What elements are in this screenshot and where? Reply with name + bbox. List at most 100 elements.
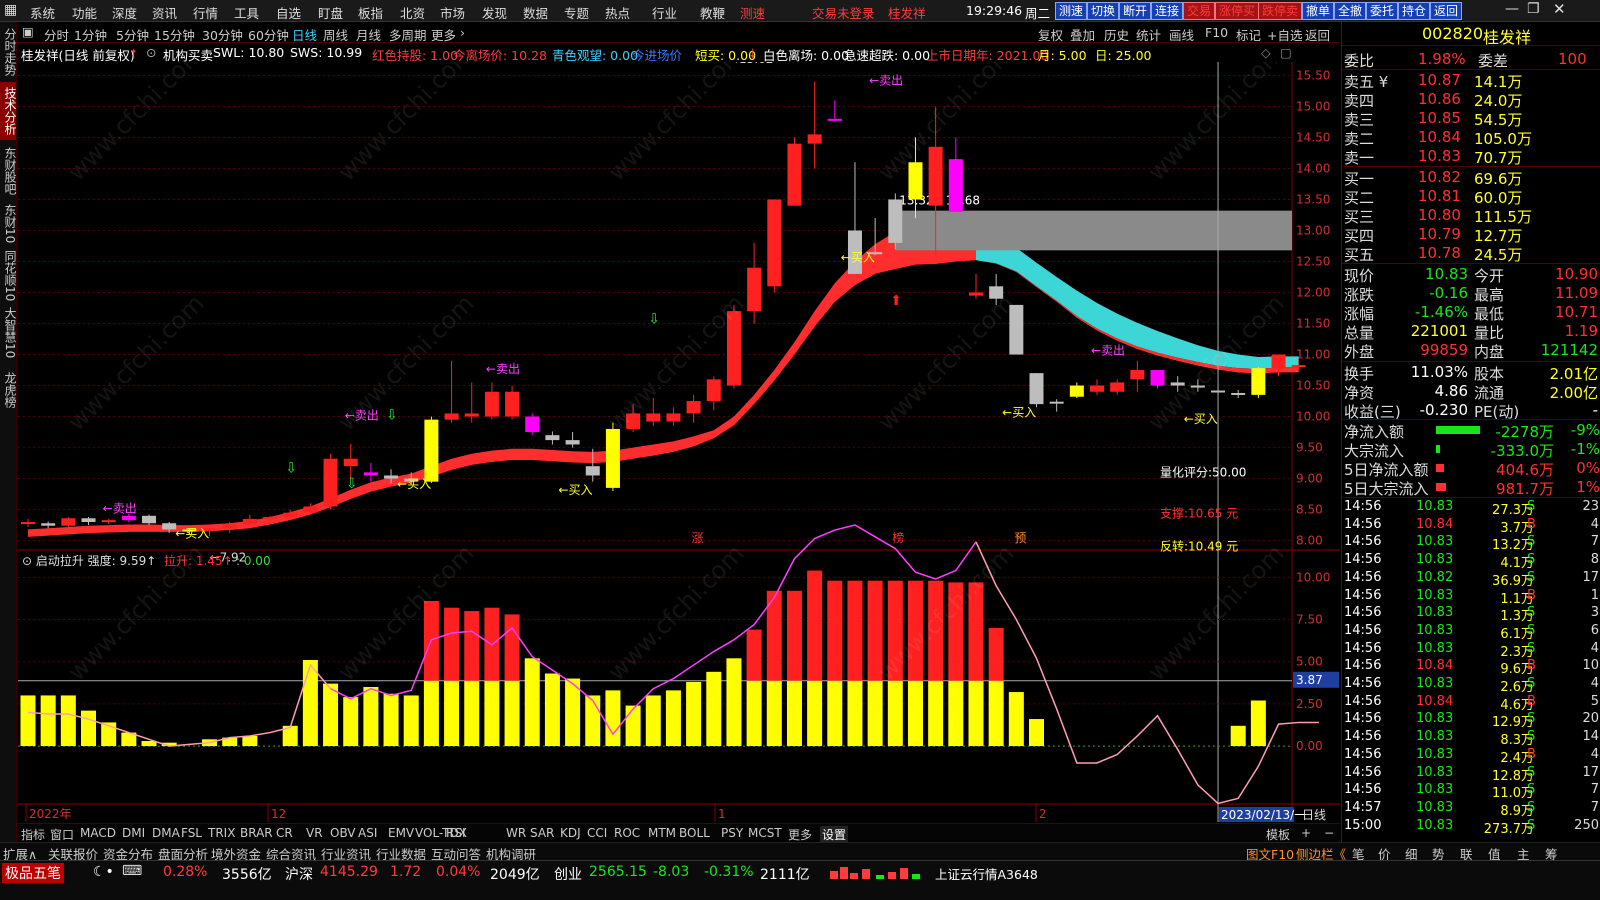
candle[interactable] xyxy=(525,413,540,436)
indicator-tab[interactable]: VR xyxy=(306,826,323,840)
chart-tool-button[interactable]: 复权 xyxy=(1038,25,1063,44)
candle[interactable] xyxy=(565,432,580,448)
quick-trade-button[interactable]: 返回 xyxy=(1430,2,1463,20)
menu-item[interactable]: 数据 xyxy=(523,3,548,22)
menu-item[interactable]: 深度 xyxy=(112,3,137,22)
vertical-tab[interactable]: 龙虎榜 xyxy=(0,364,17,416)
indicator-tab[interactable]: ROC xyxy=(614,826,640,840)
period-tab[interactable]: 1分钟 xyxy=(74,25,107,44)
chart-tool-button[interactable]: 叠加 xyxy=(1070,25,1095,44)
indicator-tab[interactable]: OBV xyxy=(330,826,356,840)
indicator-tab[interactable]: DMA xyxy=(152,826,180,840)
quick-trade-button[interactable]: 全撤 xyxy=(1334,2,1367,20)
quick-trade-button[interactable]: 断开 xyxy=(1119,2,1152,20)
candle[interactable] xyxy=(484,382,499,420)
brand-badge[interactable]: 极品五笔 xyxy=(2,863,64,883)
keyboard-icon[interactable]: ⌨ xyxy=(122,863,142,879)
candle[interactable] xyxy=(888,193,903,250)
menu-item[interactable]: 系统 xyxy=(30,3,55,22)
candle[interactable] xyxy=(1130,360,1145,392)
indicator-tab[interactable]: FSL xyxy=(181,826,202,840)
vertical-tab[interactable]: 分时走势 xyxy=(0,26,17,78)
candle[interactable] xyxy=(686,394,701,423)
app-grid-icon[interactable]: ▦ xyxy=(4,2,17,18)
vertical-tab[interactable]: 技术分析 xyxy=(0,82,17,140)
template-control[interactable]: 模板 xyxy=(1266,826,1290,843)
menu-item[interactable]: 北资 xyxy=(400,3,425,22)
chart-tool-button[interactable]: F10 xyxy=(1205,25,1228,40)
menu-item[interactable]: 行情 xyxy=(193,3,218,22)
indicator-tab[interactable]: MACD xyxy=(80,826,116,840)
quick-trade-button[interactable]: 切换 xyxy=(1087,2,1120,20)
candle[interactable] xyxy=(1110,379,1125,395)
speedtest-label[interactable]: 测速 xyxy=(740,3,765,22)
chart-tool-button[interactable]: 统计 xyxy=(1136,25,1161,44)
candle[interactable] xyxy=(424,416,439,483)
chart-tool-button[interactable]: 返回 xyxy=(1305,25,1330,44)
minimize-icon[interactable]: — xyxy=(1505,1,1519,17)
candle[interactable] xyxy=(464,382,479,423)
candle[interactable] xyxy=(444,360,459,423)
candle[interactable] xyxy=(61,517,76,527)
candle[interactable] xyxy=(41,521,56,529)
quick-trade-button[interactable]: 涨停买 xyxy=(1215,2,1260,20)
indicator-tab[interactable]: CCI xyxy=(587,826,607,840)
candle[interactable] xyxy=(1231,389,1246,398)
candle[interactable] xyxy=(706,376,721,411)
diamond-icon[interactable]: ◇ xyxy=(1261,45,1271,60)
menu-item[interactable]: 行业 xyxy=(652,3,677,22)
candle[interactable] xyxy=(1251,366,1266,398)
menu-item[interactable]: 发现 xyxy=(482,3,507,22)
login-status[interactable]: 交易未登录 xyxy=(812,3,875,22)
candle[interactable] xyxy=(1069,382,1084,398)
indicator-tab[interactable]: 指标 xyxy=(21,826,45,843)
candle[interactable] xyxy=(827,100,842,121)
quick-trade-button[interactable]: 跌停卖 xyxy=(1258,2,1303,20)
candle[interactable] xyxy=(323,453,338,510)
period-tab[interactable]: 月线 xyxy=(356,25,381,44)
candle[interactable] xyxy=(948,137,963,212)
indicator-tab[interactable]: CR xyxy=(276,826,293,840)
indicator-tab[interactable]: 窗口 xyxy=(50,826,74,843)
sh-index-label[interactable]: 沪深 xyxy=(285,864,313,884)
period-tab[interactable]: 更多 xyxy=(431,25,456,44)
candle[interactable] xyxy=(1090,379,1105,395)
close-icon[interactable]: ✕ xyxy=(1553,0,1566,18)
period-tab[interactable]: 周线 xyxy=(323,25,348,44)
candle[interactable] xyxy=(505,385,520,420)
period-tab[interactable]: 60分钟 xyxy=(248,25,289,44)
indicator-tab[interactable]: TRIX xyxy=(208,826,235,840)
indicator-tab[interactable]: BOLL xyxy=(679,826,710,840)
indicator-tab[interactable]: BRAR xyxy=(240,826,273,840)
period-tab[interactable]: 日线 xyxy=(292,25,317,44)
candle[interactable] xyxy=(767,199,782,293)
candle[interactable] xyxy=(363,463,378,482)
quick-trade-button[interactable]: 委托 xyxy=(1366,2,1399,20)
menu-item[interactable]: 自选 xyxy=(276,3,301,22)
quick-trade-button[interactable]: 连接 xyxy=(1151,2,1184,20)
moon-icon[interactable]: ☾• xyxy=(93,864,114,880)
candle[interactable] xyxy=(1029,373,1044,408)
period-tab[interactable]: 多周期 xyxy=(389,25,427,44)
chart-tool-button[interactable]: 画线 xyxy=(1169,25,1194,44)
menu-item[interactable]: 热点 xyxy=(605,3,630,22)
candle[interactable] xyxy=(545,431,560,445)
chart-tool-button[interactable]: +自选 xyxy=(1267,25,1302,44)
chevron-right-icon[interactable]: › xyxy=(460,25,465,40)
candle[interactable] xyxy=(747,242,762,324)
kline-chart[interactable]: 15.5015.0014.5014.0013.5013.0012.5012.00… xyxy=(18,62,1340,822)
period-tab[interactable]: 30分钟 xyxy=(202,25,243,44)
indicator-tab[interactable]: MCST xyxy=(748,826,782,840)
menu-item[interactable]: 工具 xyxy=(234,3,259,22)
candle[interactable] xyxy=(968,273,983,299)
candle[interactable] xyxy=(81,517,96,526)
quick-trade-button[interactable]: 持仓 xyxy=(1398,2,1431,20)
menu-item[interactable]: 专题 xyxy=(564,3,589,22)
menu-item[interactable]: 盯盘 xyxy=(318,3,343,22)
settings-circle-icon[interactable]: ⊙ xyxy=(146,45,156,60)
indicator-tab[interactable]: SAR xyxy=(530,826,554,840)
chart-tool-button[interactable]: 标记 xyxy=(1236,25,1261,44)
quick-trade-button[interactable]: 测速 xyxy=(1055,2,1088,20)
candle[interactable] xyxy=(1271,354,1286,377)
expand-icon[interactable]: ▢ xyxy=(1280,45,1292,60)
